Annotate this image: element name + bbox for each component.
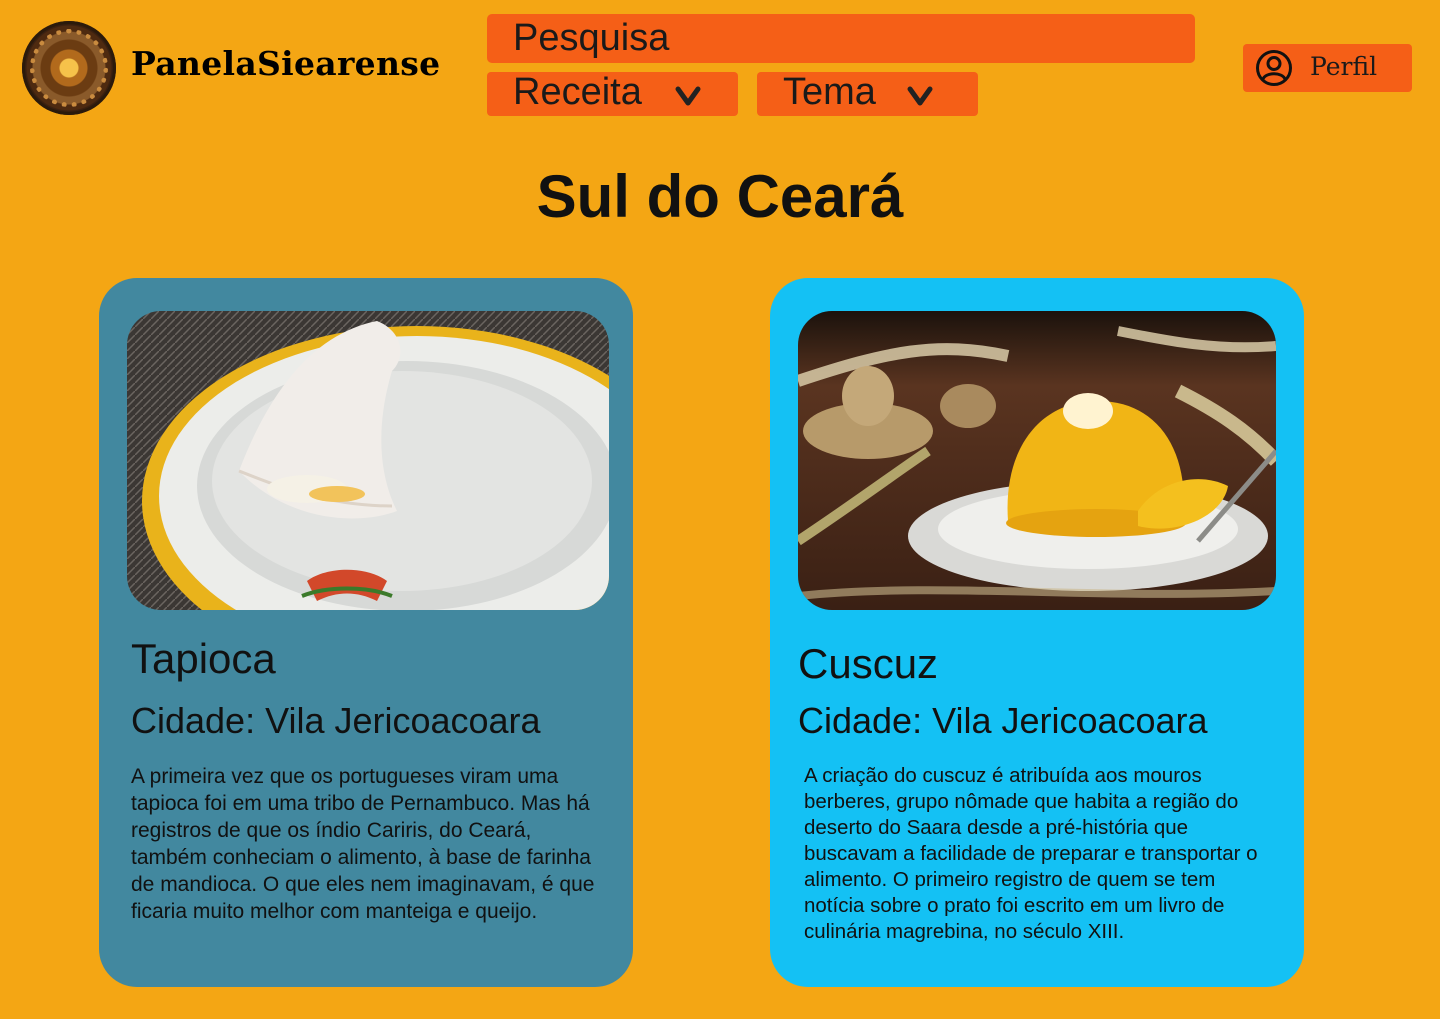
recipe-name: Cuscuz	[798, 640, 939, 687]
profile-button[interactable]: Perfil	[1243, 44, 1412, 92]
recipe-card-tapioca[interactable]: Tapioca Cidade: Vila Jericoacoara A prim…	[99, 278, 633, 987]
recipe-description: A primeira vez que os portugueses viram …	[131, 765, 595, 923]
search-input[interactable]	[487, 14, 1195, 63]
cuscuz-photo	[798, 311, 1276, 610]
chevron-down-icon	[675, 86, 701, 106]
brand-name[interactable]: PanelaSiearense	[131, 44, 440, 83]
filter-tema-dropdown[interactable]: Tema	[757, 71, 978, 116]
recipe-city: Cidade: Vila Jericoacoara	[798, 700, 1208, 741]
tapioca-photo	[127, 311, 609, 610]
recipe-name: Tapioca	[131, 635, 276, 682]
filter-receita-label: Receita	[513, 71, 642, 113]
user-circle-icon	[1256, 50, 1292, 86]
page-title: Sul do Ceará	[536, 163, 904, 230]
recipe-city: Cidade: Vila Jericoacoara	[131, 700, 541, 741]
chevron-down-icon	[907, 86, 933, 106]
page: PanelaSiearense Receita Tema Perfil Sul …	[0, 0, 1440, 1019]
recipe-description: A criação do cuscuz é atribuída aos mour…	[804, 764, 1258, 943]
profile-label: Perfil	[1310, 52, 1378, 81]
filter-tema-label: Tema	[783, 71, 876, 113]
recipe-card-cuscuz[interactable]: Cuscuz Cidade: Vila Jericoacoara A criaç…	[770, 278, 1304, 987]
clay-pot-logo-icon[interactable]	[22, 21, 116, 115]
filter-receita-dropdown[interactable]: Receita	[487, 71, 738, 116]
